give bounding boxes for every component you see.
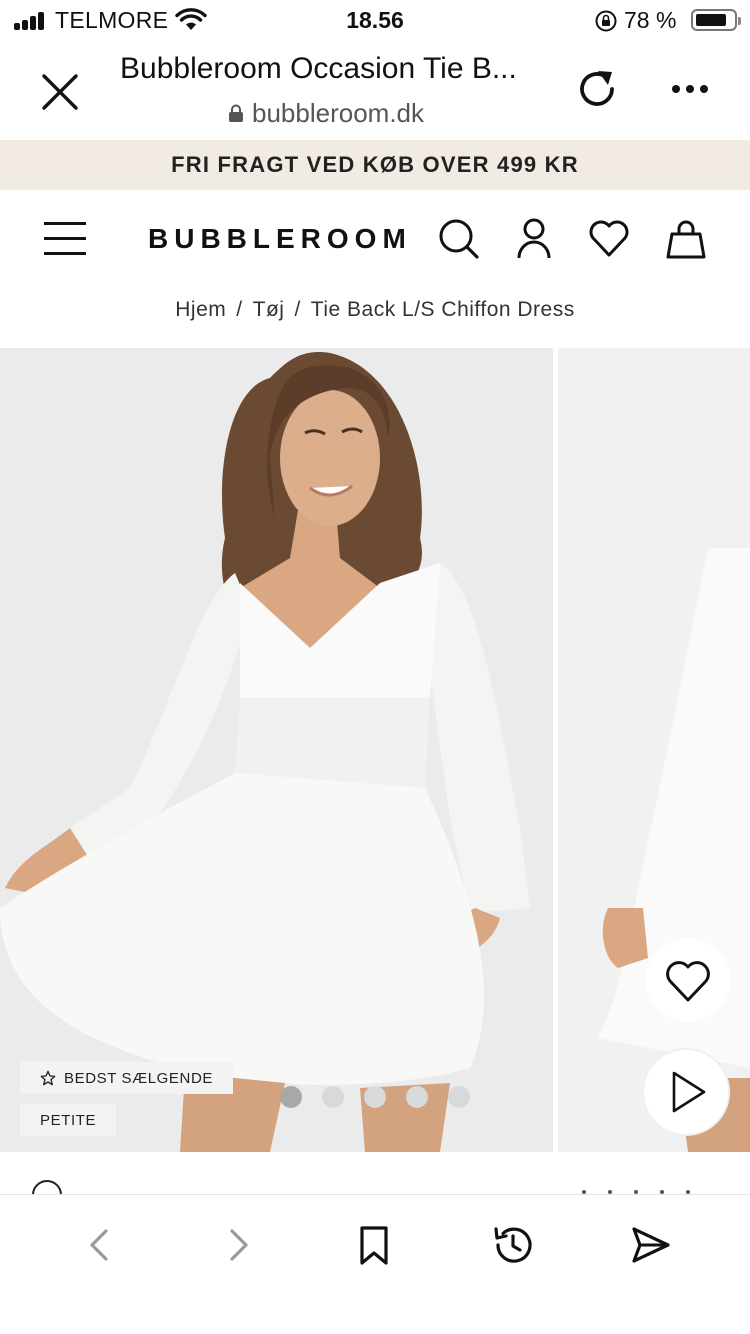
pagination-dot[interactable] <box>364 1086 386 1108</box>
pagination-dot[interactable] <box>448 1086 470 1108</box>
star-icon <box>40 1070 56 1086</box>
breadcrumb-current: Tie Back L/S Chiffon Dress <box>310 298 575 321</box>
battery-icon <box>691 9 741 31</box>
reload-icon[interactable] <box>574 66 620 112</box>
send-icon[interactable] <box>628 1223 672 1267</box>
gallery-pagination[interactable] <box>280 1086 490 1108</box>
play-icon <box>672 1071 706 1113</box>
chevron-right-icon[interactable] <box>216 1223 260 1267</box>
site-header: BUBBLEROOM <box>0 190 750 290</box>
heart-icon <box>666 961 710 1002</box>
url-display[interactable]: bubbleroom.dk <box>228 98 424 128</box>
breadcrumb-separator: / <box>236 298 243 321</box>
status-bar: TELMORE 18.56 78 % <box>0 0 750 42</box>
promo-banner[interactable]: FRI FRAGT VED KØB OVER 499 KR <box>0 140 750 190</box>
pagination-dot[interactable] <box>322 1086 344 1108</box>
orientation-lock-icon <box>595 10 617 32</box>
bag-icon[interactable] <box>664 216 708 260</box>
browser-toolbar <box>0 1194 750 1334</box>
heart-icon[interactable] <box>587 216 631 260</box>
close-icon[interactable] <box>38 70 82 114</box>
pagination-dot[interactable] <box>406 1086 428 1108</box>
product-info-peek <box>0 1152 750 1194</box>
petite-label: PETITE <box>40 1111 97 1129</box>
product-gallery[interactable]: BEDST SÆLGENDE PETITE <box>0 348 750 1152</box>
add-to-wishlist-button[interactable] <box>646 938 730 1022</box>
user-icon[interactable] <box>512 216 556 260</box>
breadcrumb-home[interactable]: Hjem <box>175 298 226 321</box>
info-icon[interactable] <box>32 1180 62 1194</box>
bestseller-badge: BEDST SÆLGENDE <box>20 1062 233 1094</box>
menu-icon[interactable] <box>44 222 86 256</box>
battery-percent: 78 % <box>624 7 677 33</box>
page-title[interactable]: Bubbleroom Occasion Tie B... <box>120 52 565 86</box>
browser-address-bar: Bubbleroom Occasion Tie B... bubbleroom.… <box>0 42 750 140</box>
history-icon[interactable] <box>491 1223 535 1267</box>
model-illustration <box>0 352 530 1152</box>
battery-level <box>696 14 726 26</box>
breadcrumb: Hjem / Tøj / Tie Back L/S Chiffon Dress <box>0 298 750 322</box>
play-video-button[interactable] <box>642 1048 730 1136</box>
promo-text: FRI FRAGT VED KØB OVER 499 KR <box>171 152 579 177</box>
pagination-dot[interactable] <box>280 1086 302 1108</box>
chevron-left-icon[interactable] <box>78 1223 122 1267</box>
petite-badge: PETITE <box>20 1104 117 1136</box>
site-logo[interactable]: BUBBLEROOM <box>148 223 412 255</box>
product-photo-next[interactable] <box>558 348 750 1152</box>
search-icon[interactable] <box>436 216 480 260</box>
product-photo[interactable] <box>0 348 553 1152</box>
breadcrumb-clothing[interactable]: Tøj <box>253 298 285 321</box>
bestseller-label: BEDST SÆLGENDE <box>64 1069 213 1087</box>
model-illustration-next <box>598 548 750 1152</box>
more-icon[interactable] <box>670 82 710 96</box>
bookmark-icon[interactable] <box>352 1223 396 1267</box>
lock-icon <box>229 104 243 122</box>
url-text: bubbleroom.dk <box>252 97 424 128</box>
breadcrumb-separator: / <box>294 298 301 321</box>
